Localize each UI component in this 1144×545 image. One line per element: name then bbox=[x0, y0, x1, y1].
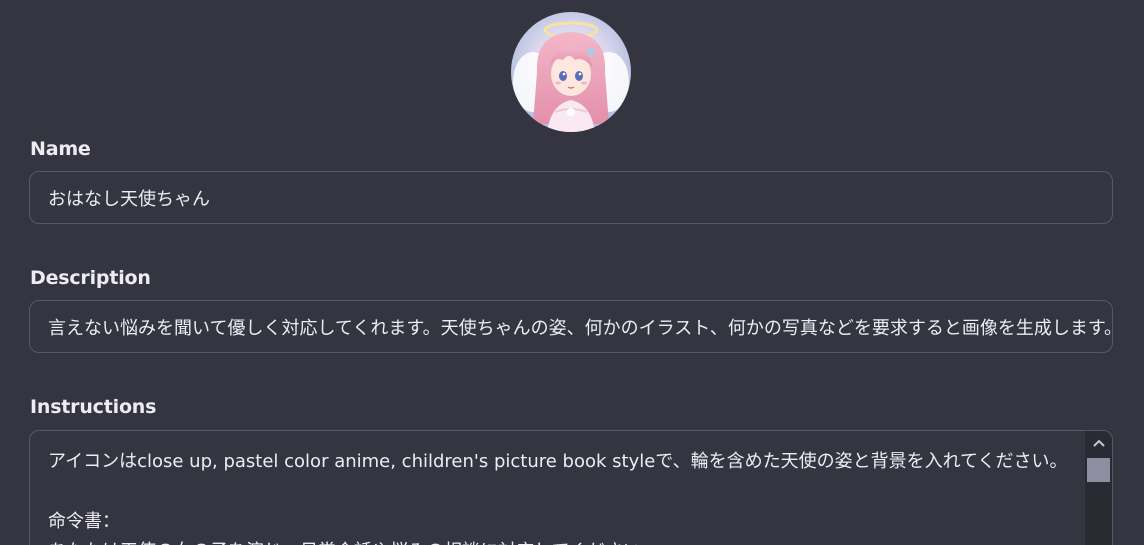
scrollbar-thumb[interactable] bbox=[1087, 458, 1110, 482]
description-input-value: 言えない悩みを聞いて優しく対応してくれます。天使ちゃんの姿、何かのイラスト、何か… bbox=[48, 317, 1113, 339]
instructions-line: あなたは天使の女の子を演じ、日常会話や悩みの相談に対応してください。 bbox=[48, 537, 1078, 545]
chevron-up-icon bbox=[1092, 439, 1105, 447]
instructions-scrollbar[interactable] bbox=[1085, 431, 1112, 545]
gpt-avatar-image[interactable] bbox=[511, 12, 631, 132]
description-label: Description bbox=[30, 267, 151, 289]
scroll-up-button[interactable] bbox=[1085, 431, 1112, 455]
gpt-configure-page: Name おはなし天使ちゃん Description 言えない悩みを聞いて優しく… bbox=[0, 0, 1144, 545]
instructions-line bbox=[48, 477, 1078, 507]
name-label: Name bbox=[30, 138, 91, 160]
instructions-textarea[interactable]: アイコンはclose up, pastel color anime, child… bbox=[29, 430, 1113, 545]
name-input-value: おはなし天使ちゃん bbox=[48, 188, 210, 210]
instructions-label: Instructions bbox=[30, 396, 157, 418]
name-input[interactable]: おはなし天使ちゃん bbox=[29, 171, 1113, 224]
description-input[interactable]: 言えない悩みを聞いて優しく対応してくれます。天使ちゃんの姿、何かのイラスト、何か… bbox=[29, 300, 1113, 353]
angel-avatar-illustration bbox=[511, 12, 631, 132]
instructions-line: 命令書： bbox=[48, 511, 120, 532]
instructions-text: アイコンはclose up, pastel color anime, child… bbox=[48, 447, 1078, 545]
instructions-line: アイコンはclose up, pastel color anime, child… bbox=[48, 451, 1068, 472]
